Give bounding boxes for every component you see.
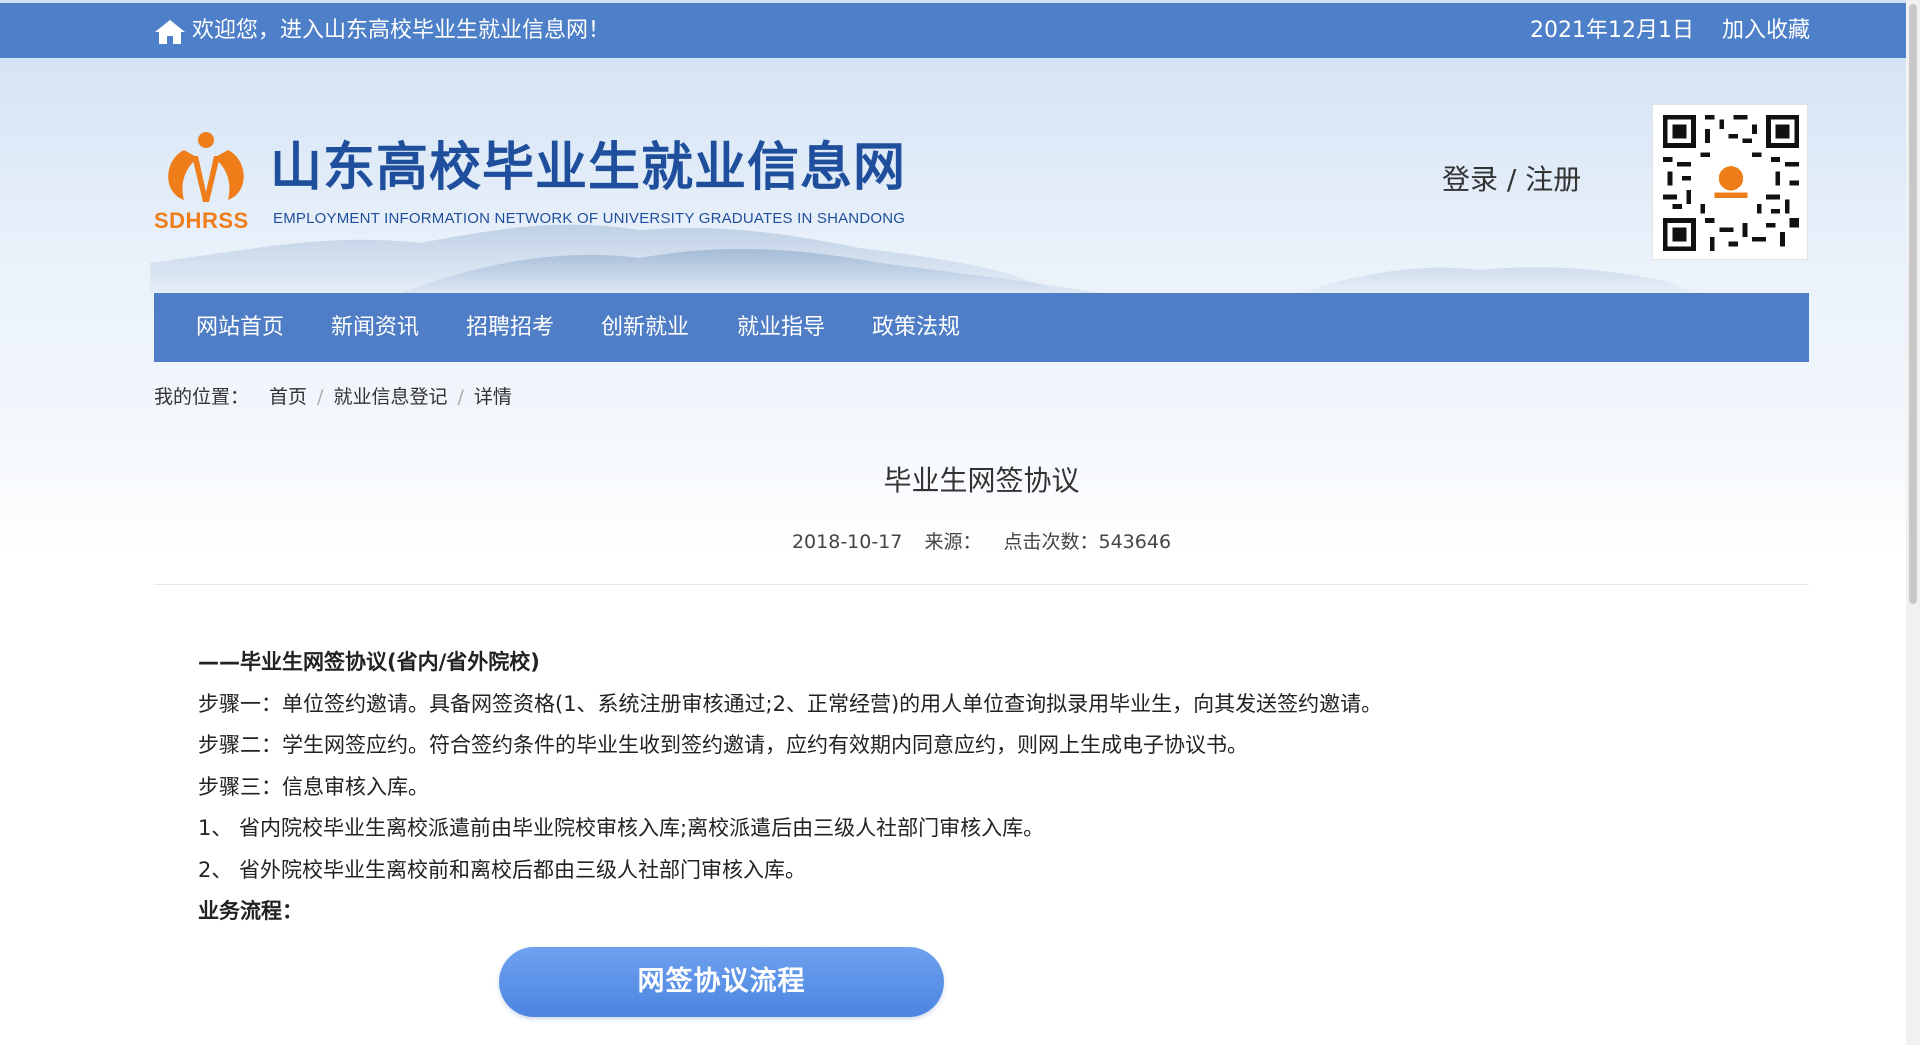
site-header: SDHRSS 山东高校毕业生就业信息网 EMPLOYMENT INFORMATI… (0, 58, 1920, 293)
home-icon[interactable] (154, 19, 186, 45)
main-nav: 网站首页 新闻资讯 招聘招考 创新就业 就业指导 政策法规 (154, 293, 1809, 362)
nav-item-innovation[interactable]: 创新就业 (601, 293, 689, 362)
content-line: 步骤二：学生网签应约。符合签约条件的毕业生收到签约邀请，应约有效期内同意应约，则… (198, 733, 1248, 757)
content-line: 步骤三：信息审核入库。 (198, 774, 429, 799)
nav-item-policy[interactable]: 政策法规 (872, 293, 960, 362)
logo-text: SDHRSS (154, 208, 249, 233)
signing-flow-button[interactable]: 网签协议流程 (499, 947, 944, 1017)
article-date: 2018-10-17 (791, 531, 903, 553)
article-content: ——毕业生网签协议(省内/省外院校) 步骤一：单位签约邀请。具备网签资格(1、系… (198, 645, 1758, 936)
nav-item-recruitment[interactable]: 招聘招考 (466, 293, 554, 362)
qr-code (1652, 104, 1808, 260)
article-title: 毕业生网签协议 (883, 464, 1080, 497)
add-favorite-link[interactable]: 加入收藏 (1722, 17, 1810, 45)
breadcrumb-label: 我的位置： (154, 386, 250, 408)
site-subtitle: EMPLOYMENT INFORMATION NETWORK OF UNIVER… (273, 210, 906, 227)
breadcrumb-current: 详情 (473, 386, 512, 408)
content-line: 步骤一：单位签约邀请。具备网签资格(1、系统注册审核通过;2、正常经营)的用人单… (198, 691, 1383, 716)
scrollbar-thumb[interactable] (1909, 4, 1917, 604)
site-title: 山东高校毕业生就业信息网 (270, 137, 907, 198)
content-line: 2、 省外院校毕业生离校前和离校后都由三级人社部门审核入库。 (198, 857, 807, 882)
divider (154, 584, 1809, 585)
breadcrumb: 我的位置： 首页 / 就业信息登记 / 详情 (154, 384, 512, 410)
breadcrumb-info-registration[interactable]: 就业信息登记 (333, 386, 447, 408)
current-date: 2021年12月1日 (1530, 18, 1694, 43)
content-subheading: 业务流程： (198, 899, 303, 923)
nav-item-guidance[interactable]: 就业指导 (737, 293, 825, 362)
content-line: 1、 省内院校毕业生离校派遣前由毕业院校审核入库;离校派遣后由三级人社部门审核入… (198, 816, 1045, 840)
article-clicks: 点击次数：543646 (1003, 531, 1172, 553)
scrollbar[interactable] (1906, 0, 1920, 1045)
login-register-link[interactable]: 登录 / 注册 (1442, 162, 1581, 198)
welcome-text: 欢迎您，进入山东高校毕业生就业信息网！ (192, 18, 611, 43)
top-bar: 欢迎您，进入山东高校毕业生就业信息网！ 2021年12月1日 加入收藏 (0, 3, 1920, 58)
article-meta: 2018-10-17 来源： 点击次数：543646 (154, 529, 1809, 555)
breadcrumb-separator: / (317, 386, 324, 408)
nav-item-news[interactable]: 新闻资讯 (331, 293, 419, 362)
article-source: 来源： (924, 531, 982, 553)
breadcrumb-separator: / (457, 386, 464, 408)
content-heading: ——毕业生网签协议(省内/省外院校) (198, 650, 540, 674)
breadcrumb-home[interactable]: 首页 (269, 386, 307, 408)
nav-item-home[interactable]: 网站首页 (196, 293, 284, 362)
